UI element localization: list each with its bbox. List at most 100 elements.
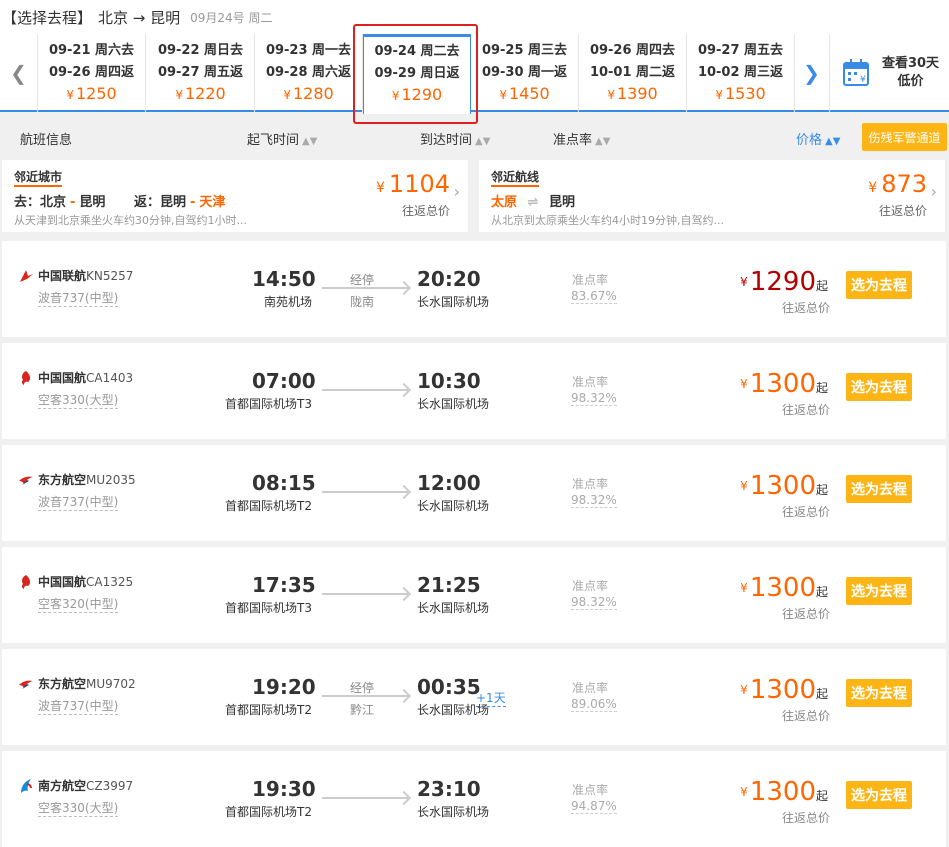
date-option[interactable]: 09-24 周二去 09-29 周日返 ¥1290 (363, 34, 471, 114)
arrival-airport: 长水国际机场 (417, 295, 490, 309)
nearby-route-price: 873 (881, 170, 927, 198)
date-go: 09-23 周一去 (265, 43, 352, 58)
ontime-rate[interactable]: 89.06% (571, 697, 617, 712)
ontime-rate[interactable]: 98.32% (571, 493, 617, 508)
flight-row[interactable]: 中国联航 KN5257 波音737(中型) 14:50 南苑机场 经停 陇南 20:20 长水国… (2, 241, 946, 337)
currency-symbol: ¥ (376, 180, 385, 196)
next-dates-chevron-right-icon[interactable]: ❯ (794, 34, 830, 112)
airline-name: 中国国航 (38, 575, 87, 589)
departure-airport: 首都国际机场T2 (225, 499, 312, 513)
sort-departure-label: 起飞时间 (247, 133, 300, 148)
date-option[interactable]: 09-22 周日去 09-27 周五返 ¥1220 (147, 34, 255, 112)
ontime-label: 准点率 (572, 681, 609, 695)
nearby-route-card[interactable]: 邻近航线 太原 ⇌ 昆明 从北京到太原乘坐火车约4小时19分钟,自驾约... ¥… (479, 160, 945, 232)
select-outbound-button[interactable]: 选为去程 (846, 577, 912, 605)
ontime-label: 准点率 (572, 375, 609, 389)
date-option[interactable]: 09-27 周五去 10-02 周三返 ¥1530 (687, 34, 795, 112)
date-price: ¥1280 (255, 84, 362, 105)
flight-price-sub: 往返总价 (781, 709, 830, 723)
sort-departure-time[interactable]: 起飞时间 ▲▼ (247, 129, 317, 148)
airline-info: 东方航空 MU2035 (18, 471, 136, 488)
date-price-value: 1290 (401, 85, 443, 104)
ontime-rate[interactable]: 98.32% (571, 391, 617, 406)
select-outbound-button[interactable]: 选为去程 (846, 271, 912, 299)
select-outbound-button[interactable]: 选为去程 (846, 373, 912, 401)
date-return: 09-26 周四返 (48, 65, 135, 80)
select-outbound-button[interactable]: 选为去程 (846, 679, 912, 707)
nearby-route-tag: 邻近航线 (491, 170, 540, 187)
nearby-city-card[interactable]: 邻近城市 去：北京 - 昆明 返：昆明 - 天津 从天津到北京乘坐火车约30分钟,自驾约… (2, 160, 468, 232)
currency-symbol: ¥ (175, 88, 183, 102)
aircraft-type[interactable]: 空客330(大型) (38, 391, 119, 409)
flight-row[interactable]: 中国国航 CA1403 空客330(大型) 07:00 首都国际机场T3 10:30 长水国… (2, 343, 946, 439)
date-price: ¥1450 (471, 84, 578, 105)
aircraft-type[interactable]: 空客330(大型) (38, 799, 119, 817)
date-option[interactable]: 09-25 周三去 09-30 周一返 ¥1450 (471, 34, 579, 112)
departure-airport: 首都国际机场T3 (225, 601, 312, 615)
date-go: 09-27 周五去 (697, 43, 784, 58)
departure-time: 14:50 (252, 267, 316, 291)
sort-arrows-icon: ▲▼ (475, 136, 491, 147)
go-dest: 昆明 (79, 195, 106, 210)
nearby-route-price-sub: 往返总价 (878, 204, 927, 218)
date-price-value: 1390 (616, 84, 658, 103)
view-30-day-low-price-button[interactable]: ¥ 查看30天 低价 (832, 34, 949, 112)
travel-date: 09月24号 周二 (190, 10, 273, 25)
prev-dates-chevron-left-icon[interactable]: ❮ (0, 34, 38, 112)
airline-info: 中国联航 KN5257 (18, 267, 133, 284)
sort-ontime-rate[interactable]: 准点率 ▲▼ (553, 129, 610, 148)
date-option[interactable]: 09-21 周六去 09-26 周四返 ¥1250 (38, 34, 146, 112)
flight-arrow-icon (322, 797, 408, 799)
sort-arrows-icon: ▲▼ (302, 136, 318, 147)
departure-time: 17:35 (252, 573, 316, 597)
flight-price-value: 1300 (749, 573, 816, 603)
departure-airport: 南苑机场 (263, 295, 312, 309)
sort-arrival-time[interactable]: 到达时间 ▲▼ (420, 129, 490, 148)
calendar-line1: 查看30天 (881, 56, 940, 71)
flight-price-value: 1300 (749, 369, 816, 399)
flight-row[interactable]: 南方航空 CZ3997 空客330(大型) 19:30 首都国际机场T2 23:10 长水国… (2, 751, 946, 847)
sort-price[interactable]: 价格 ▲▼ (796, 129, 840, 148)
ontime-rate[interactable]: 98.32% (571, 595, 617, 610)
china-eastern-logo-icon (19, 680, 33, 689)
date-price-value: 1280 (292, 84, 334, 103)
flight-price: ¥1300起 (740, 777, 828, 811)
flight-price: ¥1300起 (740, 471, 828, 505)
date-go: 09-22 周日去 (157, 43, 244, 58)
date-price-value: 1530 (724, 84, 766, 103)
flight-row[interactable]: 东方航空 MU9702 波音737(中型) 19:20 首都国际机场T2 经停 黔江 00:3… (2, 649, 946, 745)
aircraft-type[interactable]: 波音737(中型) (38, 493, 119, 511)
select-outbound-button[interactable]: 选为去程 (846, 781, 912, 809)
flight-price: ¥1300起 (740, 573, 828, 607)
date-option[interactable]: 09-26 周四去 10-01 周二返 ¥1390 (579, 34, 687, 112)
flight-row[interactable]: 中国国航 CA1325 空客320(中型) 17:35 首都国际机场T3 21:25 长水国… (2, 547, 946, 643)
select-outbound-button[interactable]: 选为去程 (846, 475, 912, 503)
date-return: 09-28 周六返 (265, 65, 352, 80)
currency-symbol: ¥ (499, 88, 507, 102)
aircraft-type[interactable]: 空客320(中型) (38, 595, 119, 613)
aircraft-type[interactable]: 波音737(中型) (38, 289, 119, 307)
ontime-rate[interactable]: 94.87% (571, 799, 617, 814)
sort-bar: 航班信息 起飞时间 ▲▼ 到达时间 ▲▼ 准点率 ▲▼ 价格 ▲▼ (0, 120, 949, 154)
flight-arrow-icon (322, 593, 408, 595)
flight-price-value: 1290 (749, 267, 816, 297)
china-southern-logo-icon (21, 778, 32, 793)
round-trip-arrows-icon: ⇌ (527, 195, 539, 210)
flight-number: MU9702 (86, 676, 136, 691)
military-channel-button[interactable]: 伤残军警通道 (862, 123, 947, 151)
date-option[interactable]: 09-23 周一去 09-28 周六返 ¥1280 (255, 34, 363, 112)
flight-price-value: 1300 (749, 777, 816, 807)
currency-symbol: ¥ (66, 88, 74, 102)
route-text: 北京 → 昆明 (98, 8, 181, 27)
nearby-city-price: 1104 (388, 170, 450, 198)
ontime-label: 准点率 (572, 477, 609, 491)
flight-row[interactable]: 东方航空 MU2035 波音737(中型) 08:15 首都国际机场T2 12:00 长水国… (2, 445, 946, 541)
flight-price-sub: 往返总价 (781, 607, 830, 621)
departure-time: 08:15 (252, 471, 316, 495)
ontime-rate[interactable]: 83.67% (571, 289, 617, 304)
currency-symbol: ¥ (740, 275, 748, 289)
arrival-airport: 长水国际机场 (417, 805, 490, 819)
aircraft-type[interactable]: 波音737(中型) (38, 697, 119, 715)
arrival-time: 21:25 (417, 573, 481, 597)
flight-price-sub: 往返总价 (781, 301, 830, 315)
